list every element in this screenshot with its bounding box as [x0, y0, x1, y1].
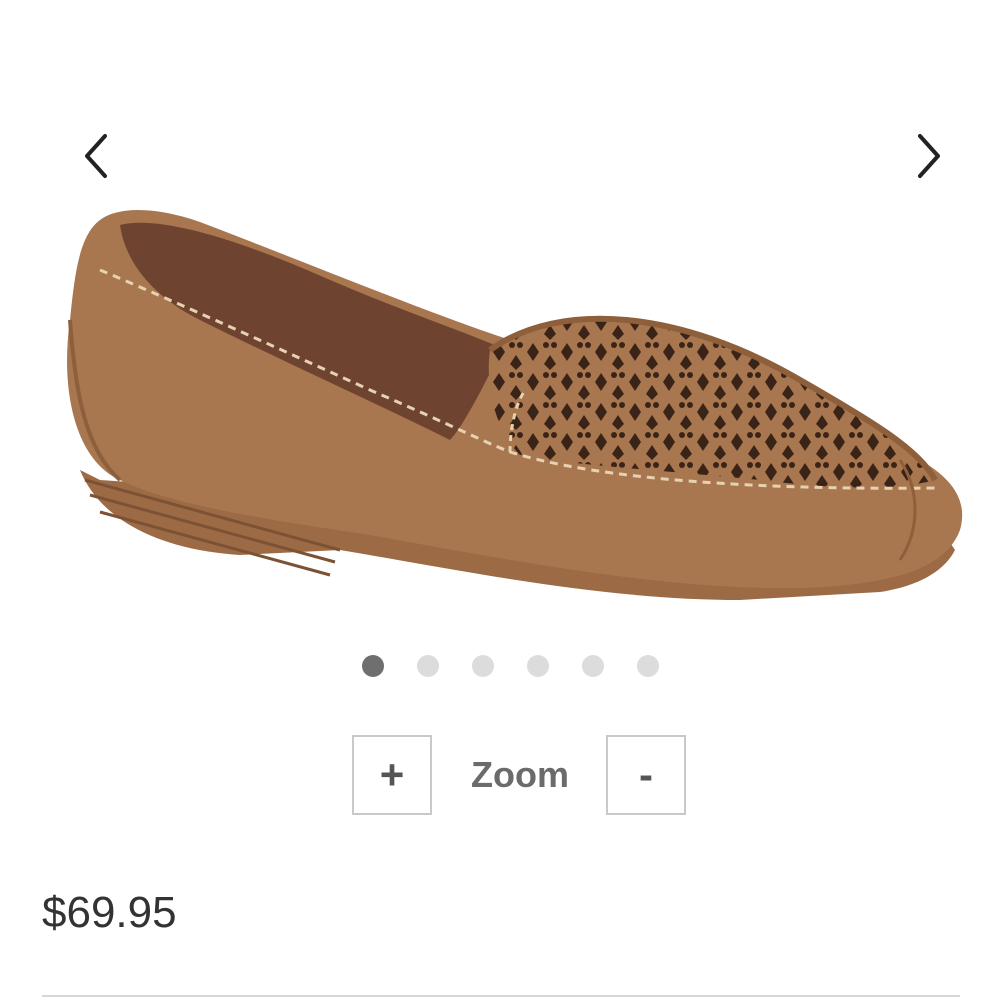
carousel-dot[interactable]: [526, 655, 549, 677]
chevron-right-icon: [918, 134, 940, 178]
zoom-out-label: -: [639, 751, 653, 798]
carousel-next-button[interactable]: [905, 128, 953, 184]
carousel-dot[interactable]: [581, 655, 604, 677]
carousel-dot[interactable]: [471, 655, 494, 677]
carousel-dot[interactable]: [361, 655, 384, 677]
product-gallery-page: + Zoom - $69.95: [0, 0, 1000, 1000]
carousel-dot[interactable]: [636, 655, 659, 677]
product-price: $69.95: [42, 888, 177, 937]
carousel-prev-button[interactable]: [72, 128, 120, 184]
chevron-left-icon: [85, 134, 107, 178]
divider: [42, 995, 960, 997]
carousel-dot[interactable]: [416, 655, 439, 677]
zoom-label: Zoom: [471, 754, 569, 795]
zoom-controls: + Zoom -: [352, 735, 692, 819]
zoom-in-label: +: [379, 751, 405, 798]
product-image: [67, 210, 963, 600]
zoom-out-button[interactable]: -: [606, 735, 686, 815]
zoom-in-button[interactable]: +: [352, 735, 432, 815]
carousel-pagination: [0, 655, 1000, 677]
